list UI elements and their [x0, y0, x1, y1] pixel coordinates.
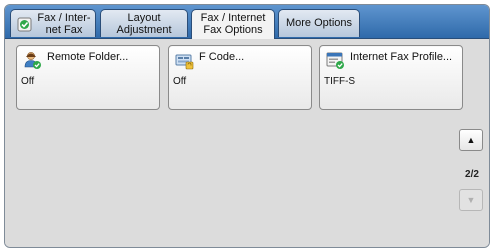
- arrow-down-icon: ▼: [466, 195, 476, 205]
- remote-folder-title: Remote Folder...: [47, 51, 129, 63]
- tab-label-line1: Fax / Internet: [200, 12, 266, 24]
- internet-fax-profile-value: TIFF-S: [324, 76, 356, 87]
- fax-options-panel: Fax / Inter- net Fax Layout Adjustment F…: [4, 4, 490, 248]
- internet-fax-profile-button[interactable]: Internet Fax Profile... TIFF-S: [319, 45, 463, 110]
- f-code-title: F Code...: [199, 51, 245, 63]
- remote-folder-button[interactable]: Remote Folder... Off: [16, 45, 160, 110]
- arrow-up-icon: ▲: [466, 135, 476, 145]
- scroll-down-button[interactable]: ▼: [459, 189, 483, 211]
- options-content: Remote Folder... Off F Code... Off Inter…: [5, 39, 489, 247]
- internet-fax-profile-title: Internet Fax Profile...: [350, 51, 453, 63]
- tab-label-line1: Layout: [127, 12, 161, 24]
- scroll-up-button[interactable]: ▲: [459, 129, 483, 151]
- tab-bar: Fax / Inter- net Fax Layout Adjustment F…: [5, 5, 489, 39]
- tab-label: More Options: [285, 17, 353, 29]
- remote-folder-value: Off: [21, 76, 35, 87]
- tab-label-line2: Adjustment: [116, 24, 172, 36]
- fax-internet-fax-icon: [17, 17, 32, 32]
- tab-layout-adjustment[interactable]: Layout Adjustment: [100, 9, 188, 37]
- tab-fax-internet-fax-options[interactable]: Fax / Internet Fax Options: [191, 9, 275, 39]
- page-indicator: 2/2: [465, 169, 479, 180]
- f-code-value: Off: [173, 76, 187, 87]
- tab-label-line2: net Fax: [45, 24, 83, 36]
- tab-more-options[interactable]: More Options: [278, 9, 360, 37]
- tab-label-line2: Fax Options: [203, 24, 263, 36]
- f-code-button[interactable]: F Code... Off: [168, 45, 312, 110]
- tab-fax-internet-fax[interactable]: Fax / Inter- net Fax: [10, 9, 96, 37]
- remote-folder-icon: [23, 51, 42, 70]
- f-code-icon: [175, 51, 194, 70]
- internet-fax-profile-icon: [326, 51, 345, 70]
- tab-label-line1: Fax / Inter-: [37, 12, 91, 24]
